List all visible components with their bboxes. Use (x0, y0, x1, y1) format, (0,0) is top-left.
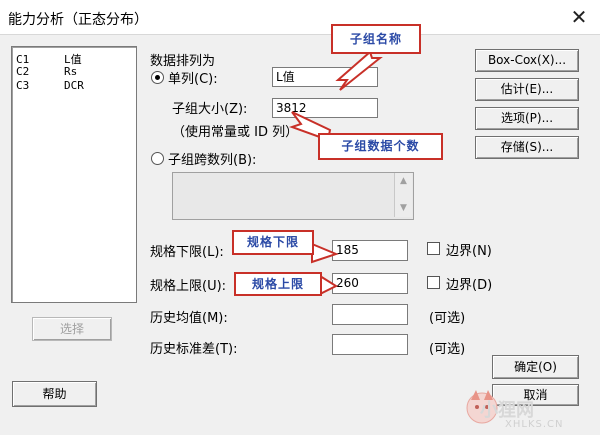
callout-subgroup-count: 子组数据个数 (318, 133, 443, 160)
annotation-arrows (288, 50, 383, 296)
callout-pointer (319, 274, 339, 296)
callout-lower-limit: 规格下限 (232, 230, 314, 255)
callout-subgroup-name: 子组名称 (331, 24, 421, 54)
callout-upper-limit: 规格上限 (234, 272, 322, 296)
watermark-url: XHLKS.CN (505, 419, 564, 430)
callout-pointer (335, 50, 383, 91)
callout-pointer (311, 242, 339, 264)
